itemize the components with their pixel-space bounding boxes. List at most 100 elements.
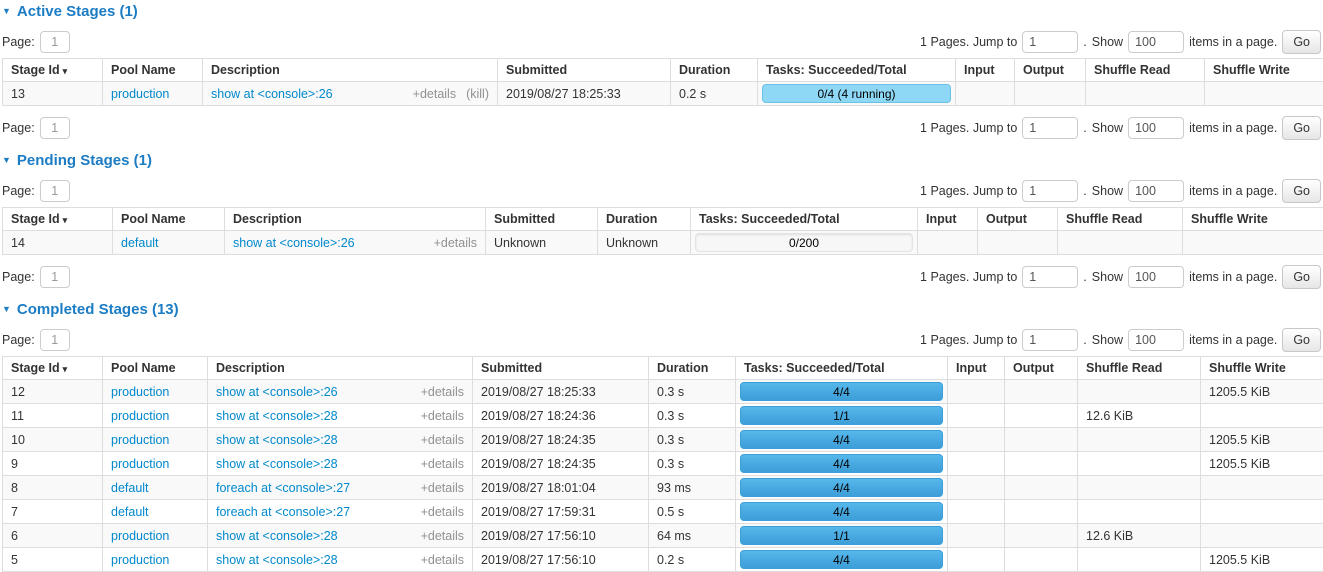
col-header-stage-id[interactable]: Stage Id▾: [3, 59, 103, 82]
col-header-input[interactable]: Input: [956, 59, 1015, 82]
active-stages-table: Stage Id▾ Pool Name Description Submitte…: [2, 58, 1323, 106]
col-header-submitted[interactable]: Submitted: [486, 208, 598, 231]
details-toggle[interactable]: +details: [421, 385, 464, 399]
col-header-duration[interactable]: Duration: [671, 59, 758, 82]
page-number-input[interactable]: [40, 180, 70, 202]
col-header-description[interactable]: Description: [208, 357, 473, 380]
details-toggle[interactable]: +details: [421, 481, 464, 495]
description-link[interactable]: show at <console>:28: [216, 433, 338, 447]
col-header-stage-id[interactable]: Stage Id▾: [3, 357, 103, 380]
jump-to-input[interactable]: [1022, 117, 1078, 139]
col-header-pool-name[interactable]: Pool Name: [103, 357, 208, 380]
submitted-value: 2019/08/27 18:24:36: [481, 409, 596, 423]
col-header-tasks[interactable]: Tasks: Succeeded/Total: [691, 208, 918, 231]
description-link[interactable]: show at <console>:28: [216, 457, 338, 471]
col-header-shuffle-read[interactable]: Shuffle Read: [1078, 357, 1201, 380]
shuffle-write-value: 1205.5 KiB: [1209, 433, 1270, 447]
col-header-shuffle-write[interactable]: Shuffle Write: [1201, 357, 1323, 380]
col-header-tasks[interactable]: Tasks: Succeeded/Total: [758, 59, 956, 82]
col-header-description[interactable]: Description: [225, 208, 486, 231]
section-title-pending-stages[interactable]: ▼ Pending Stages (1): [2, 152, 1321, 169]
details-toggle[interactable]: +details: [421, 433, 464, 447]
pool-name-link[interactable]: production: [111, 433, 169, 447]
pool-name-link[interactable]: production: [111, 457, 169, 471]
go-button[interactable]: Go: [1282, 265, 1321, 289]
description-link[interactable]: show at <console>:26: [233, 236, 355, 250]
show-items-input[interactable]: [1128, 329, 1184, 351]
jump-to-input[interactable]: [1022, 329, 1078, 351]
col-header-stage-id[interactable]: Stage Id▾: [3, 208, 113, 231]
col-header-input[interactable]: Input: [948, 357, 1005, 380]
details-toggle[interactable]: +details: [421, 505, 464, 519]
description-link[interactable]: foreach at <console>:27: [216, 481, 350, 495]
show-items-input[interactable]: [1128, 117, 1184, 139]
pool-name-link[interactable]: production: [111, 553, 169, 567]
sort-arrow-icon: ▾: [63, 215, 68, 225]
description-cell: +details (kill) show at <console>:26: [203, 82, 498, 106]
show-items-input[interactable]: [1128, 31, 1184, 53]
description-link[interactable]: show at <console>:28: [216, 553, 338, 567]
col-header-shuffle-read[interactable]: Shuffle Read: [1086, 59, 1205, 82]
section-title-active-stages[interactable]: ▼ Active Stages (1): [2, 3, 1321, 20]
col-header-output[interactable]: Output: [978, 208, 1058, 231]
kill-link[interactable]: (kill): [466, 87, 489, 101]
pool-name-link[interactable]: production: [111, 385, 169, 399]
col-header-submitted[interactable]: Submitted: [473, 357, 649, 380]
pool-name-link[interactable]: default: [111, 505, 149, 519]
details-toggle[interactable]: +details: [421, 529, 464, 543]
col-header-input[interactable]: Input: [918, 208, 978, 231]
show-items-input[interactable]: [1128, 180, 1184, 202]
shuffle-read-value: 12.6 KiB: [1086, 529, 1133, 543]
submitted-cell: 2019/08/27 18:01:04: [473, 476, 649, 500]
pool-name-link[interactable]: production: [111, 529, 169, 543]
col-header-duration[interactable]: Duration: [649, 357, 736, 380]
jump-to-input[interactable]: [1022, 266, 1078, 288]
col-header-shuffle-write[interactable]: Shuffle Write: [1183, 208, 1323, 231]
description-link[interactable]: show at <console>:26: [216, 385, 338, 399]
task-progress-bar: 4/4: [740, 430, 943, 449]
go-button[interactable]: Go: [1282, 116, 1321, 140]
details-toggle[interactable]: +details: [421, 457, 464, 471]
pool-name-link[interactable]: production: [111, 87, 169, 101]
col-header-output[interactable]: Output: [1005, 357, 1078, 380]
show-items-input[interactable]: [1128, 266, 1184, 288]
page-number-input[interactable]: [40, 31, 70, 53]
col-header-description[interactable]: Description: [203, 59, 498, 82]
page-number-input[interactable]: [40, 329, 70, 351]
shuffle-write-cell: [1201, 500, 1323, 524]
description-link[interactable]: foreach at <console>:27: [216, 505, 350, 519]
col-header-duration[interactable]: Duration: [598, 208, 691, 231]
stage-id-cell: 11: [3, 404, 103, 428]
description-link[interactable]: show at <console>:26: [211, 87, 333, 101]
col-header-submitted[interactable]: Submitted: [498, 59, 671, 82]
tasks-cell: 4/4: [736, 500, 948, 524]
description-cell: +details show at <console>:28: [208, 404, 473, 428]
go-button[interactable]: Go: [1282, 30, 1321, 54]
jump-to-input[interactable]: [1022, 31, 1078, 53]
col-header-shuffle-write[interactable]: Shuffle Write: [1205, 59, 1323, 82]
details-toggle[interactable]: +details: [421, 553, 464, 567]
shuffle-read-cell: [1078, 380, 1201, 404]
show-label: Show: [1092, 270, 1123, 284]
pool-name-link[interactable]: default: [111, 481, 149, 495]
details-toggle[interactable]: +details: [421, 409, 464, 423]
description-link[interactable]: show at <console>:28: [216, 529, 338, 543]
col-header-pool-name[interactable]: Pool Name: [103, 59, 203, 82]
col-header-output[interactable]: Output: [1015, 59, 1086, 82]
show-label: Show: [1092, 184, 1123, 198]
description-link[interactable]: show at <console>:28: [216, 409, 338, 423]
col-header-pool-name[interactable]: Pool Name: [113, 208, 225, 231]
details-toggle[interactable]: +details: [434, 236, 477, 250]
pages-info-label: 1 Pages. Jump to: [920, 333, 1017, 347]
section-title-completed-stages[interactable]: ▼ Completed Stages (13): [2, 301, 1321, 318]
page-number-input[interactable]: [40, 266, 70, 288]
jump-to-input[interactable]: [1022, 180, 1078, 202]
col-header-tasks[interactable]: Tasks: Succeeded/Total: [736, 357, 948, 380]
col-header-shuffle-read[interactable]: Shuffle Read: [1058, 208, 1183, 231]
pool-name-link[interactable]: production: [111, 409, 169, 423]
page-number-input[interactable]: [40, 117, 70, 139]
go-button[interactable]: Go: [1282, 179, 1321, 203]
pool-name-link[interactable]: default: [121, 236, 159, 250]
details-toggle[interactable]: +details: [413, 87, 456, 101]
go-button[interactable]: Go: [1282, 328, 1321, 352]
